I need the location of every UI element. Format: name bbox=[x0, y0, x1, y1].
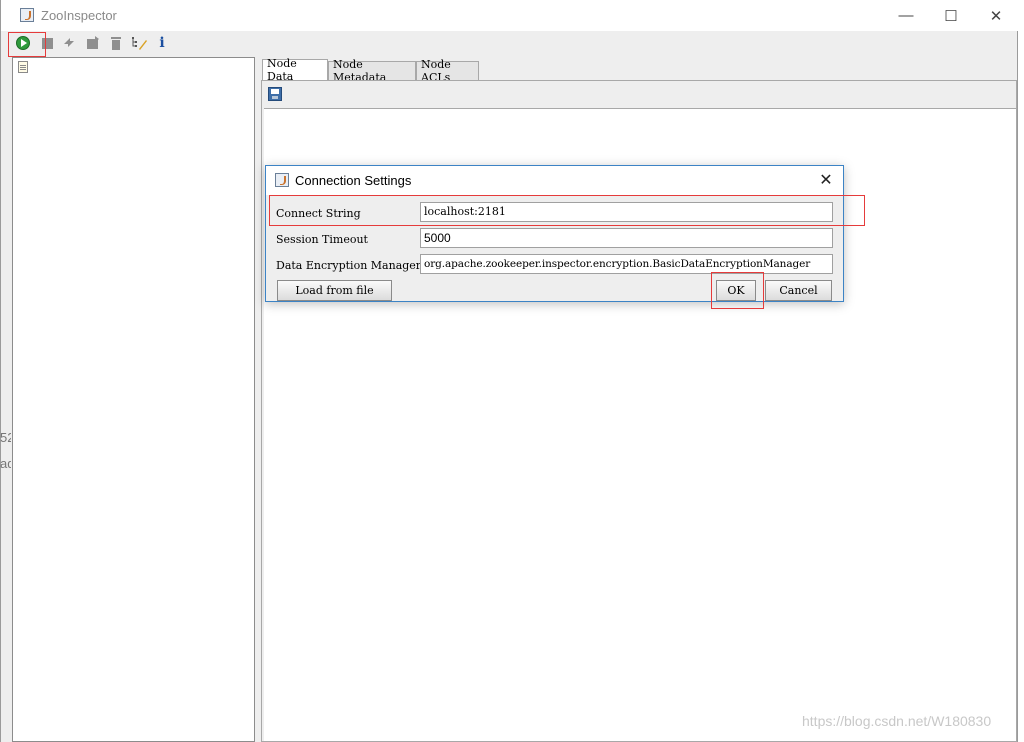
add-node-icon bbox=[87, 36, 99, 49]
add-node-button[interactable] bbox=[84, 34, 102, 52]
java-app-icon bbox=[20, 8, 34, 22]
encryption-manager-label: Data Encryption Manager bbox=[276, 259, 422, 272]
encryption-manager-input[interactable]: org.apache.zookeeper.inspector.encryptio… bbox=[420, 254, 833, 274]
tab-node-metadata[interactable]: Node Metadata bbox=[328, 58, 416, 84]
dialog-title-bar: Connection Settings ✕ bbox=[266, 166, 843, 195]
disconnect-button[interactable] bbox=[38, 34, 56, 52]
delete-node-icon bbox=[111, 37, 121, 50]
about-button[interactable]: i bbox=[153, 34, 171, 52]
ok-button[interactable]: OK bbox=[716, 280, 756, 301]
app-window: ZooInspector — ☐ ✕ i Node Data Node Meta… bbox=[0, 0, 1019, 742]
load-from-file-button[interactable]: Load from file bbox=[277, 280, 392, 301]
minimize-button[interactable]: — bbox=[883, 0, 929, 31]
node-tree-pane[interactable] bbox=[12, 57, 255, 742]
node-viewers-button[interactable] bbox=[130, 34, 148, 52]
node-details-pane: Node Data Node Metadata Node ACLs bbox=[259, 57, 1017, 742]
session-timeout-label: Session Timeout bbox=[276, 233, 368, 246]
tab-node-acls[interactable]: Node ACLs bbox=[416, 58, 479, 84]
save-icon[interactable] bbox=[268, 87, 282, 101]
cancel-button[interactable]: Cancel bbox=[765, 280, 832, 301]
session-timeout-input[interactable]: 5000 bbox=[420, 228, 833, 248]
connect-icon bbox=[16, 36, 30, 50]
maximize-button[interactable]: ☐ bbox=[928, 0, 974, 31]
tree-root-node-icon[interactable] bbox=[18, 61, 28, 73]
connection-settings-dialog: Connection Settings ✕ Connect String loc… bbox=[265, 165, 844, 302]
dialog-title: Connection Settings bbox=[295, 173, 412, 188]
connect-button[interactable] bbox=[14, 34, 32, 52]
dialog-close-button[interactable]: ✕ bbox=[815, 170, 837, 190]
close-button[interactable]: ✕ bbox=[973, 0, 1019, 31]
title-bar: ZooInspector — ☐ ✕ bbox=[1, 0, 1019, 31]
refresh-icon bbox=[64, 38, 74, 47]
watermark: https://blog.csdn.net/W180830 bbox=[802, 713, 992, 729]
edge-text-2: ad bbox=[0, 456, 11, 471]
node-viewers-icon bbox=[132, 37, 147, 50]
delete-node-button[interactable] bbox=[107, 34, 125, 52]
window-title: ZooInspector bbox=[41, 8, 117, 23]
info-icon: i bbox=[159, 35, 165, 51]
disconnect-icon bbox=[41, 37, 53, 49]
edge-text-1: 52 bbox=[0, 430, 11, 445]
connect-string-label: Connect String bbox=[276, 207, 361, 220]
tab-node-data[interactable]: Node Data bbox=[262, 57, 328, 83]
refresh-button[interactable] bbox=[60, 34, 78, 52]
toolbar: i bbox=[1, 31, 1017, 56]
dialog-java-icon bbox=[275, 173, 289, 187]
connect-string-input[interactable]: localhost:2181 bbox=[420, 202, 833, 222]
